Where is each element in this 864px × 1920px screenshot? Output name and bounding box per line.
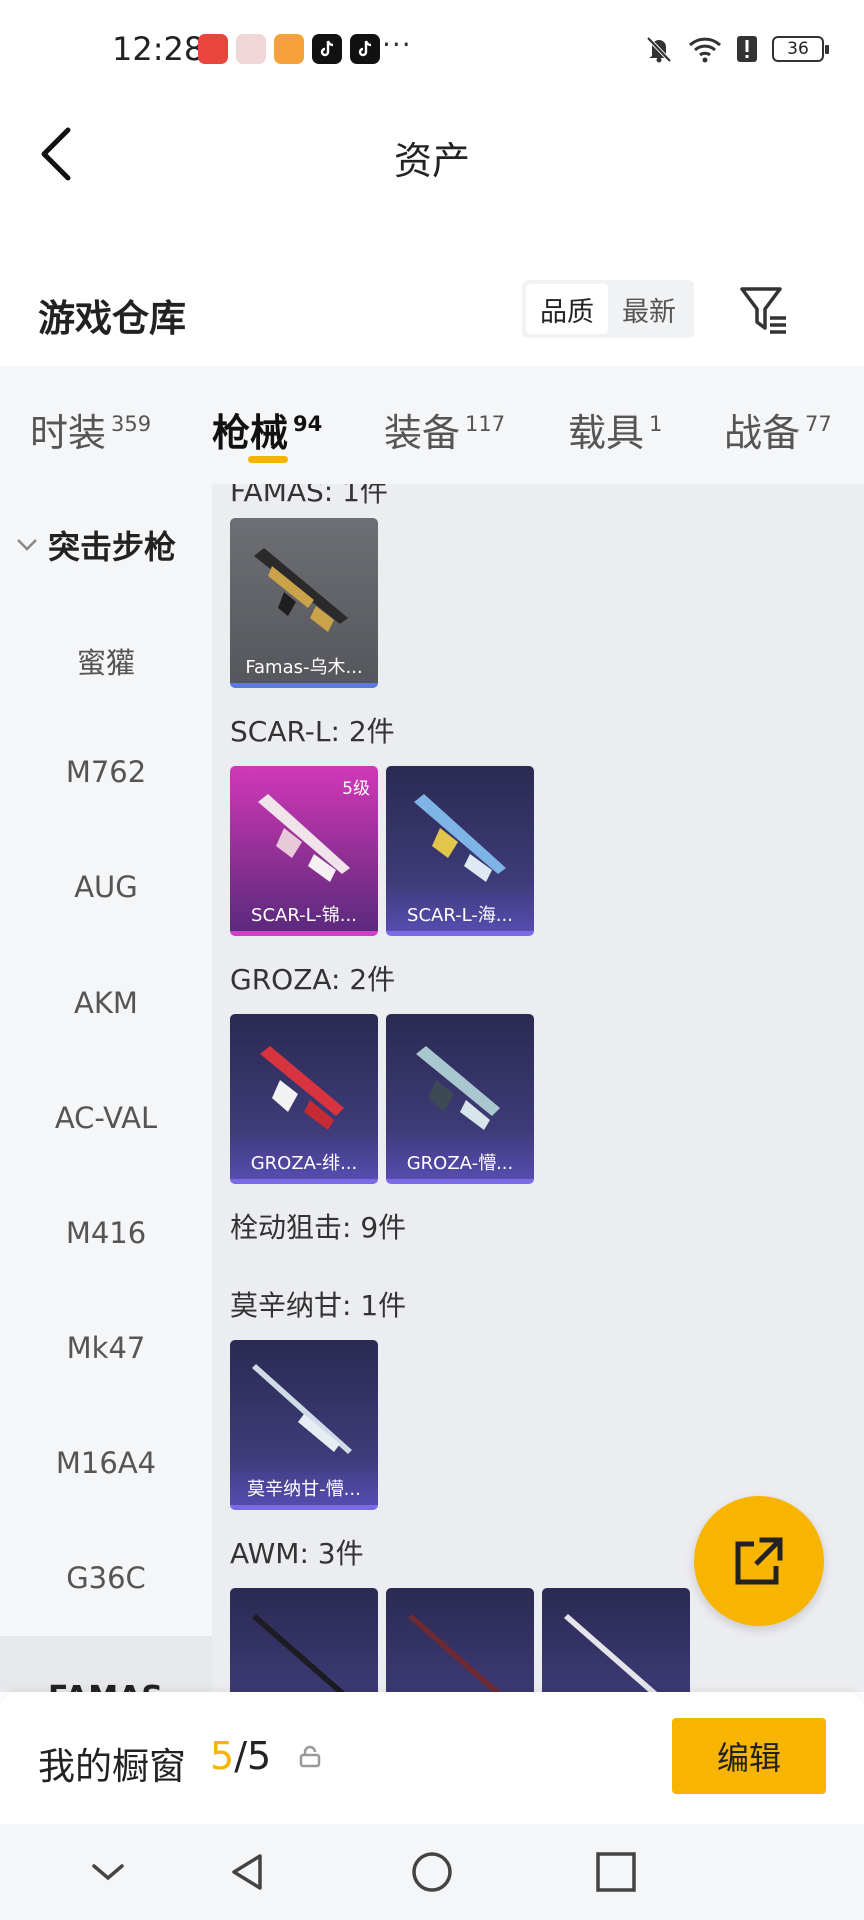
- weapon-card-name: SCAR-L-锦...: [251, 905, 357, 926]
- edit-button[interactable]: 编辑: [672, 1718, 826, 1794]
- status-time: 12:28: [112, 30, 205, 68]
- sort-newest-button[interactable]: 最新: [608, 284, 690, 334]
- section-label: 莫辛纳甘: 1件: [230, 1289, 407, 1322]
- rifle-icon: [252, 1364, 352, 1454]
- rifle-icon: [416, 1046, 500, 1130]
- filter-icon: [740, 287, 786, 334]
- chevron-down-icon: [17, 539, 37, 551]
- share-button[interactable]: [694, 1496, 824, 1626]
- status-right-icons: 36: [644, 34, 829, 64]
- weapon-card-name: GROZA-懵...: [406, 1153, 514, 1174]
- wifi-icon: [688, 37, 722, 63]
- sidebar-item[interactable]: M416: [0, 1216, 212, 1250]
- nav-home-icon[interactable]: [410, 1850, 454, 1894]
- rifle-icon: [252, 1614, 346, 1692]
- weapon-card[interactable]: GROZA-懵...: [386, 1014, 534, 1184]
- nav-back-icon[interactable]: [226, 1850, 270, 1894]
- sort-quality-button[interactable]: 品质: [526, 284, 608, 334]
- sidebar-item[interactable]: M16A4: [0, 1446, 212, 1480]
- battery-icon: 36: [772, 36, 829, 62]
- warehouse-title: 游戏仓库: [38, 297, 186, 340]
- section-label: GROZA: 2件: [230, 963, 396, 996]
- weapon-card[interactable]: 莫辛纳甘-懵...: [230, 1340, 378, 1510]
- rifle-icon: [414, 794, 506, 882]
- showcase-count: 5/5: [210, 1734, 272, 1778]
- sort-toggle: 品质 最新: [522, 280, 694, 338]
- tiktok-icon: [312, 34, 342, 64]
- chevron-down-icon[interactable]: [86, 1850, 130, 1894]
- lock-icon: [299, 1745, 321, 1768]
- category-tabs: 时装 359 枪械 94 装备 117 载具 1 战备 77: [0, 366, 864, 484]
- tab-firearms[interactable]: 枪械 94: [212, 402, 322, 457]
- rifle-icon: [408, 1614, 502, 1692]
- weapon-card[interactable]: [230, 1588, 378, 1692]
- share-icon: [735, 1537, 783, 1585]
- tab-battle-gear[interactable]: 战备 77: [724, 402, 832, 457]
- sidebar-item[interactable]: AKM: [0, 986, 212, 1020]
- section-label: FAMAS: 1件: [230, 484, 388, 508]
- sidebar-item[interactable]: 蜜獾: [0, 640, 212, 682]
- weapon-card-name: Famas-乌木...: [245, 657, 363, 678]
- sidebar-group-assault-rifles[interactable]: 突击步枪: [16, 522, 176, 568]
- rifle-icon: [564, 1614, 658, 1692]
- page-title: 资产: [393, 139, 470, 183]
- huawei-app-icon: [198, 34, 228, 64]
- weapon-card[interactable]: 5级 SCAR-L-锦...: [230, 766, 378, 936]
- section-label: 栓动狙击: 9件: [230, 1211, 407, 1244]
- system-nav-bar: [0, 1824, 864, 1920]
- sidebar-item[interactable]: M762: [0, 755, 212, 789]
- rifle-icon: [254, 548, 348, 632]
- orange-app-icon: [274, 34, 304, 64]
- weapon-card[interactable]: [542, 1588, 690, 1692]
- sidebar-item[interactable]: AC-VAL: [0, 1101, 212, 1135]
- filter-button[interactable]: [738, 284, 792, 336]
- tiktok-icon: [350, 34, 380, 64]
- tab-vehicles[interactable]: 载具 1: [568, 402, 662, 457]
- status-more: ···: [382, 28, 412, 61]
- alert-icon: [737, 36, 757, 62]
- mute-bell-icon: [646, 36, 672, 63]
- rifle-icon: [260, 1046, 344, 1130]
- rifle-icon: [258, 794, 350, 882]
- weapon-card-name: SCAR-L-海...: [407, 905, 513, 926]
- nav-recents-icon[interactable]: [594, 1850, 638, 1894]
- weapon-card-name: 莫辛纳甘-懵...: [247, 1479, 361, 1500]
- section-label: AWM: 3件: [230, 1537, 364, 1570]
- sidebar-item[interactable]: Mk47: [0, 1331, 212, 1365]
- weapon-card-name: GROZA-绯...: [250, 1153, 358, 1174]
- weapon-card[interactable]: GROZA-绯...: [230, 1014, 378, 1184]
- tab-equipment[interactable]: 装备 117: [384, 402, 505, 457]
- weapon-card[interactable]: SCAR-L-海...: [386, 766, 534, 936]
- sidebar-item[interactable]: AUG: [0, 870, 212, 904]
- showcase-bar: 我的橱窗 5/5 编辑: [0, 1692, 864, 1824]
- active-tab-indicator: [248, 456, 288, 463]
- sidebar-item[interactable]: G36C: [0, 1561, 212, 1595]
- section-label: SCAR-L: 2件: [230, 715, 395, 748]
- status-app-icons: [198, 34, 380, 64]
- weapon-card[interactable]: Famas-乌木...: [230, 518, 378, 688]
- weapon-card[interactable]: [386, 1588, 534, 1692]
- status-bar: 12:28 ··· 36: [0, 0, 864, 104]
- weapon-sidebar: 突击步枪 蜜獾 M762 AUG AKM AC-VAL M416 Mk47 M1…: [0, 484, 212, 1636]
- gift-app-icon: [236, 34, 266, 64]
- tab-fashion[interactable]: 时装 359: [30, 402, 151, 457]
- showcase-label: 我的橱窗: [38, 1745, 186, 1788]
- title-bar: 资产: [0, 104, 864, 204]
